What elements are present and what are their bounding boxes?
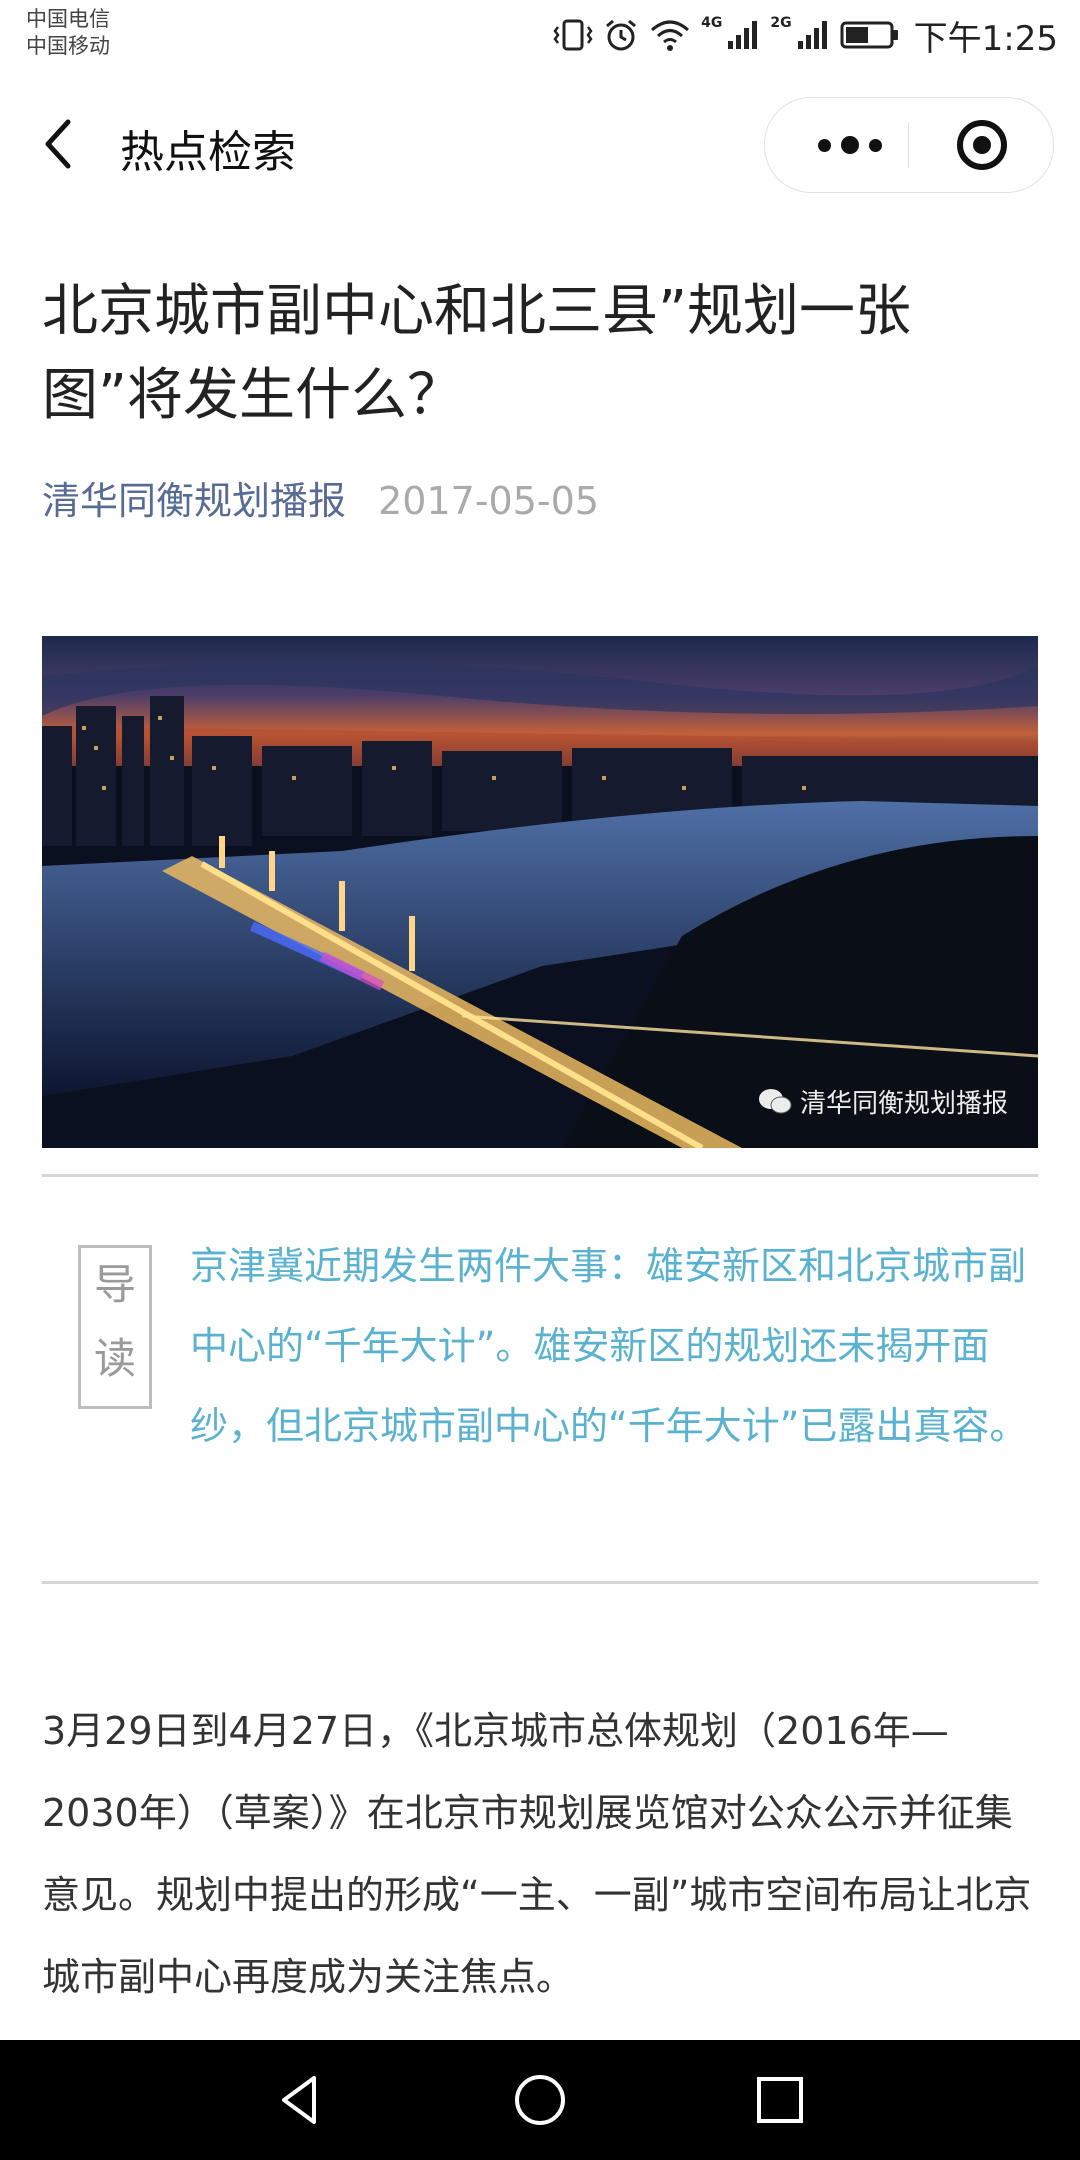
network-type-1: 4G [701,15,723,31]
guide-char-1: 导 [93,1260,136,1309]
article-image[interactable]: 清华同衡规划播报 [42,636,1038,1148]
intro-text: 京津冀近期发生两件大事：雄安新区和北京城市副中心的“千年大计”。雄安新区的规划还… [190,1244,1028,1448]
alarm-icon [606,19,637,51]
nav-recent-icon[interactable] [750,2070,810,2130]
more-icon[interactable] [795,98,905,192]
carrier-2: 中国移动 [26,34,110,58]
network-type-2: 2G [770,15,792,31]
capsule-divider [908,122,909,168]
carrier-info: 中国电信 中国移动 [26,6,110,60]
nav-back-icon[interactable] [270,2070,330,2130]
back-icon[interactable] [36,114,86,174]
clock: 下午1:25 [913,18,1058,59]
article-meta: 清华同衡规划播报 2017-05-05 [42,470,599,525]
status-bar: 中国电信 中国移动 4G 2G 下午1:25 [0,0,1080,72]
source-link[interactable]: 清华同衡规划播报 [42,479,346,523]
target-icon[interactable] [955,118,1009,172]
nav-home-icon[interactable] [510,2070,570,2130]
vibrate-icon [553,19,593,51]
guide-char-2: 读 [93,1334,136,1383]
page-title: 热点检索 [120,127,296,178]
wechat-icon [758,1088,792,1113]
carrier-1: 中国电信 [26,7,110,31]
battery-icon [840,21,898,49]
article-body: 3月29日到4月27日，《北京城市总体规划（2016年—2030年）（草案）》在… [42,1709,1032,1999]
divider-bottom [42,1581,1038,1584]
publish-date: 2017-05-05 [378,479,599,523]
status-icons: 4G 2G 下午1:25 [553,10,1058,60]
signal-icon [728,21,758,49]
divider-top [42,1174,1038,1177]
article-title: 北京城市副中心和北三县”规划一张图”将发生什么？ [42,279,912,428]
mini-program-capsule [764,97,1054,193]
watermark-text: 清华同衡规划播报 [799,1089,1008,1119]
guide-label: 导 读 [78,1245,152,1409]
image-watermark: 清华同衡规划播报 [758,1083,1008,1120]
system-nav-bar [0,2040,1080,2160]
nav-bar: 热点检索 [0,72,1080,218]
wifi-icon [651,20,690,51]
signal-icon [797,21,827,49]
